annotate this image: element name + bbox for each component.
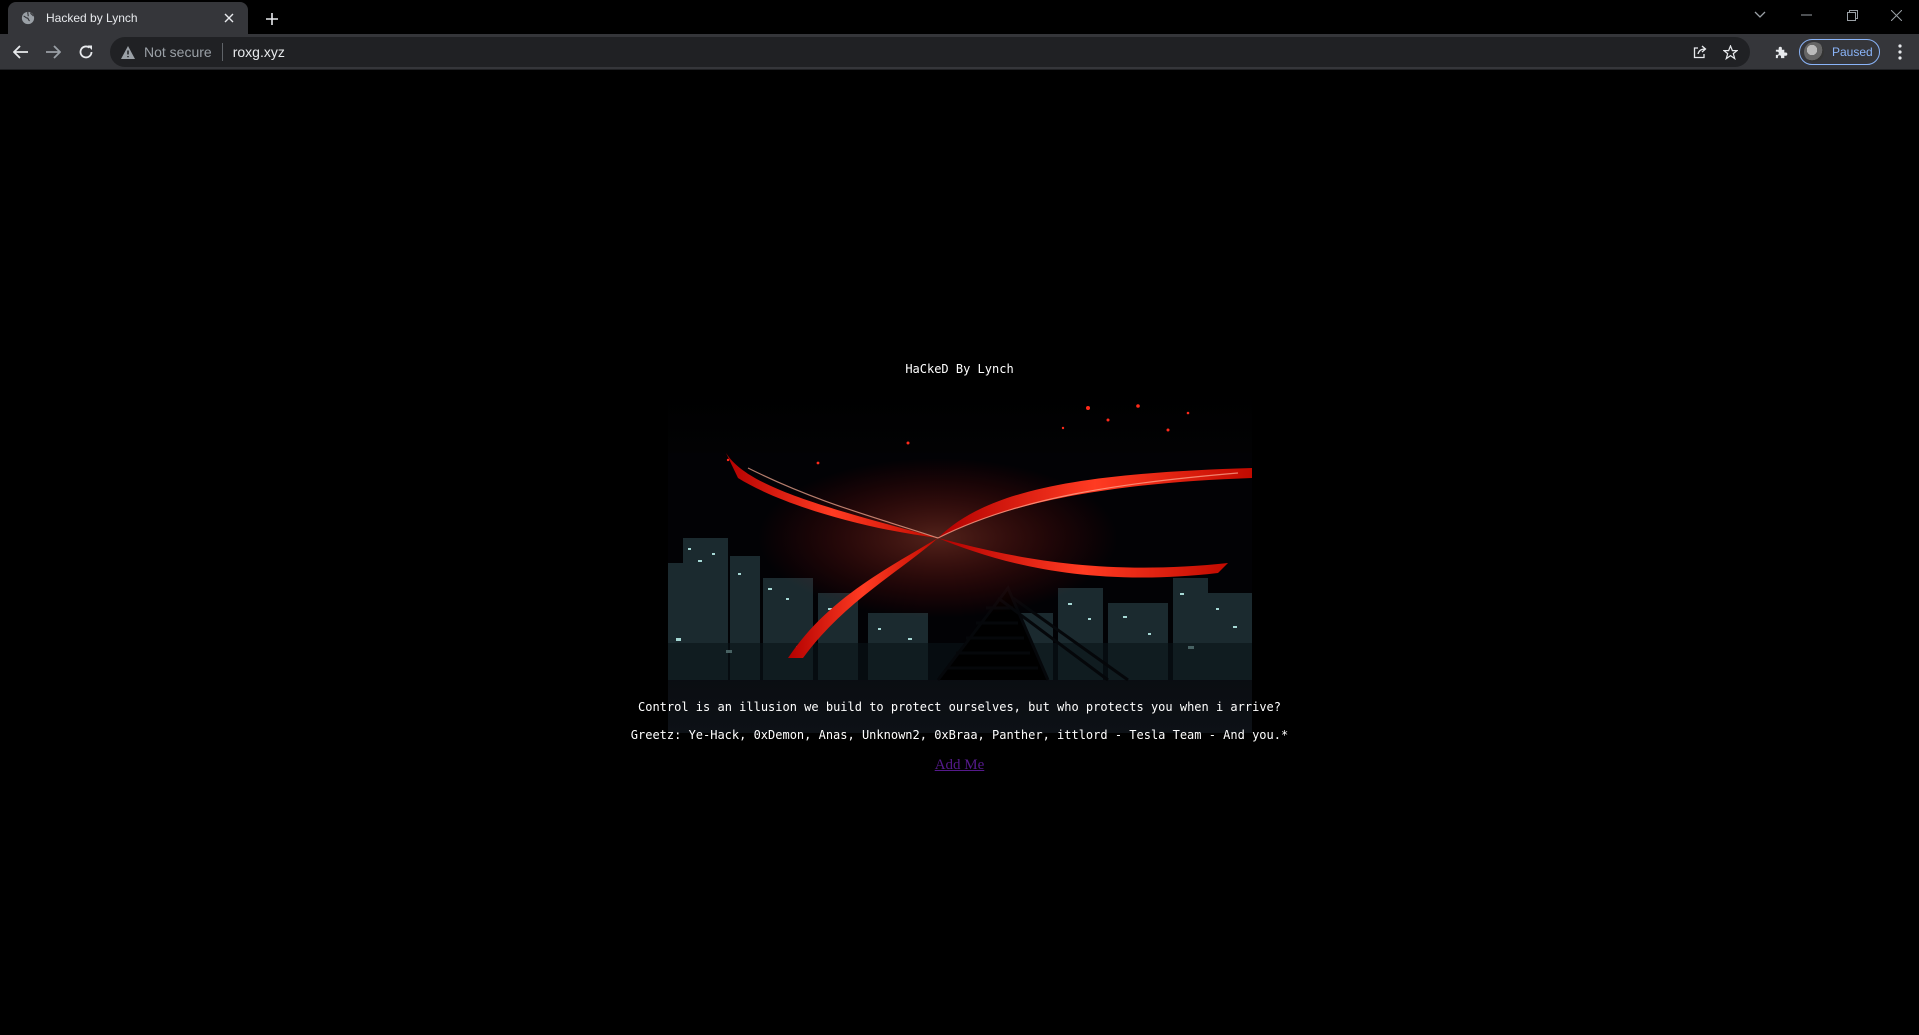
page-content: HaCkeD By Lynch Control is an illusion w…	[0, 71, 1919, 1035]
quote-text: Control is an illusion we build to prote…	[638, 700, 1281, 714]
minimize-icon[interactable]	[1783, 0, 1829, 30]
close-icon[interactable]	[220, 9, 238, 27]
share-icon[interactable]	[1688, 40, 1712, 64]
browser-toolbar: Not secure roxg.xyz Paused	[0, 34, 1919, 70]
forward-button[interactable]	[39, 38, 67, 66]
warning-icon[interactable]	[120, 44, 136, 60]
reload-icon	[79, 45, 93, 59]
tab-search-chevron-icon[interactable]	[1737, 0, 1783, 30]
globe-icon	[20, 10, 36, 26]
bookmark-star-icon[interactable]	[1718, 40, 1742, 64]
greetz-text: Greetz: Ye-Hack, 0xDemon, Anas, Unknown2…	[630, 728, 1289, 742]
arrow-right-icon	[46, 45, 61, 59]
page-title: HaCkeD By Lynch	[905, 362, 1014, 376]
tab-strip: Hacked by Lynch	[0, 0, 1919, 34]
new-tab-button[interactable]	[260, 7, 284, 31]
arrow-left-icon	[13, 45, 28, 59]
address-separator	[221, 43, 223, 61]
security-label[interactable]: Not secure	[144, 44, 212, 60]
hero-image	[668, 388, 1252, 733]
window-close-icon[interactable]	[1873, 0, 1919, 30]
reload-button[interactable]	[72, 38, 100, 66]
add-me-link[interactable]: Add Me	[935, 757, 985, 773]
profile-button[interactable]: Paused	[1799, 39, 1880, 65]
browser-tab[interactable]: Hacked by Lynch	[8, 2, 248, 34]
tab-title: Hacked by Lynch	[46, 11, 138, 25]
url-text[interactable]: roxg.xyz	[233, 44, 285, 60]
restore-icon[interactable]	[1829, 0, 1875, 30]
add-me-row: Add Me	[0, 757, 1919, 774]
address-bar[interactable]: Not secure roxg.xyz	[110, 37, 1750, 67]
extensions-puzzle-icon[interactable]	[1767, 38, 1795, 66]
profile-status: Paused	[1832, 45, 1873, 59]
kebab-menu-icon[interactable]	[1886, 38, 1914, 66]
back-button[interactable]	[7, 38, 35, 66]
avatar	[1804, 42, 1824, 62]
